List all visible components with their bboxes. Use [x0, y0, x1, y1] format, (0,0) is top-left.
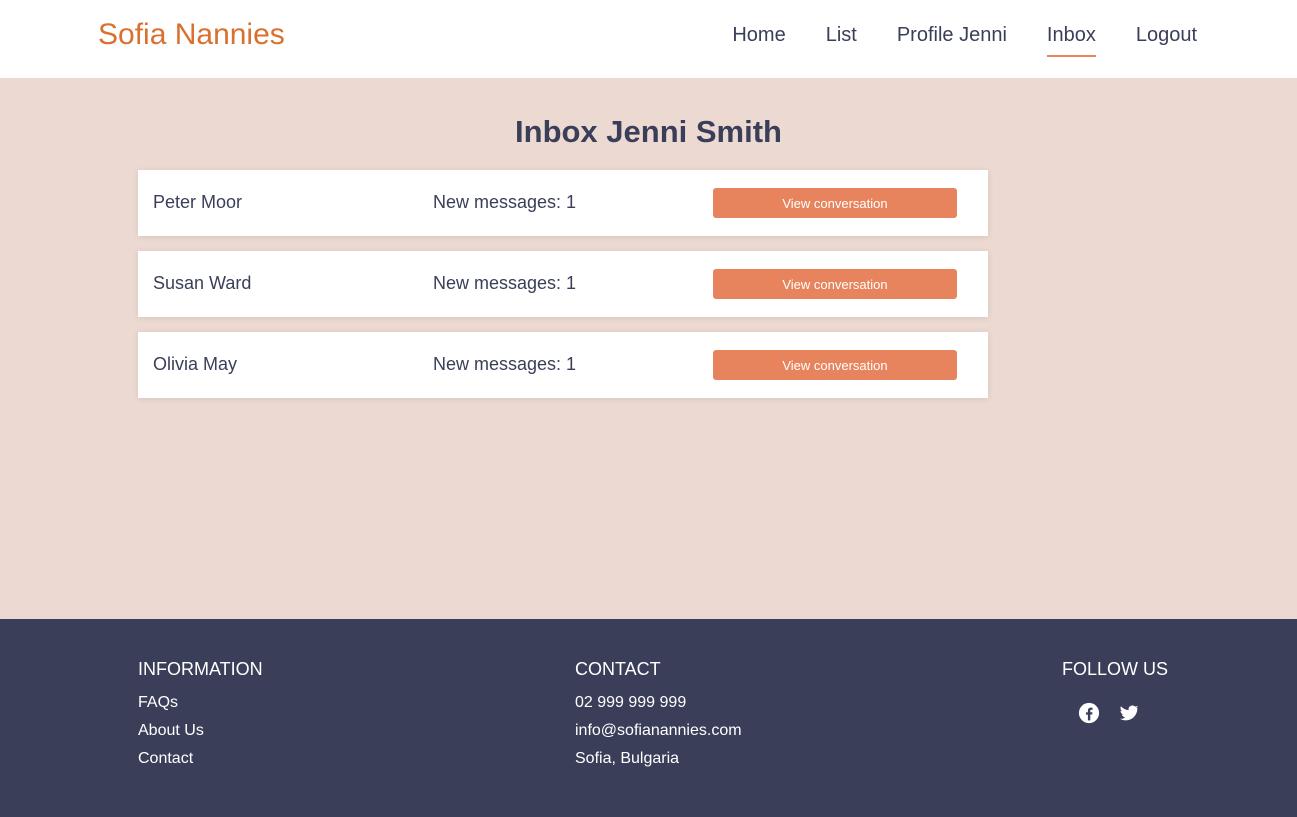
nav-list[interactable]: List	[826, 24, 857, 53]
site-header: Sofia Nannies Home List Profile Jenni In…	[0, 0, 1297, 78]
footer-follow: FOLLOW US	[1062, 659, 1168, 724]
contact-location: Sofia, Bulgaria	[575, 750, 680, 767]
footer-follow-heading: FOLLOW US	[1062, 659, 1169, 679]
footer-link-faqs[interactable]: FAQs	[138, 694, 263, 712]
view-conversation-button[interactable]: View conversation	[713, 350, 957, 380]
footer-information: INFORMATION FAQs About Us Contact	[138, 659, 263, 778]
conversation-card: Olivia May New messages: 1 View conversa…	[138, 332, 988, 398]
view-conversation-button[interactable]: View conversation	[713, 269, 957, 299]
conversation-card: Peter Moor New messages: 1 View conversa…	[138, 170, 988, 236]
nav-profile[interactable]: Profile Jenni	[897, 24, 1007, 53]
facebook-icon[interactable]	[1078, 702, 1100, 724]
sender-name: Peter Moor	[153, 192, 243, 212]
footer-contact-heading: CONTACT	[575, 659, 661, 679]
site-footer: INFORMATION FAQs About Us Contact CONTAC…	[0, 619, 1297, 817]
footer-link-about[interactable]: About Us	[138, 722, 263, 740]
footer-information-heading: INFORMATION	[138, 659, 263, 679]
contact-email: info@sofianannies.com	[575, 722, 742, 739]
new-messages-count: New messages: 1	[433, 192, 577, 212]
conversation-list: Peter Moor New messages: 1 View conversa…	[138, 170, 988, 413]
brand-logo[interactable]: Sofia Nannies	[98, 18, 285, 52]
twitter-icon[interactable]	[1118, 702, 1140, 724]
contact-phone: 02 999 999 999	[575, 694, 687, 711]
sender-name: Susan Ward	[153, 273, 252, 293]
nav-logout[interactable]: Logout	[1136, 24, 1197, 53]
new-messages-count: New messages: 1	[433, 273, 577, 293]
nav-home[interactable]: Home	[732, 24, 785, 53]
main-nav: Home List Profile Jenni Inbox Logout	[732, 24, 1197, 57]
nav-inbox[interactable]: Inbox	[1046, 24, 1096, 57]
social-links	[1078, 702, 1168, 724]
footer-contact: CONTACT 02 999 999 999 info@sofianannies…	[575, 659, 742, 778]
footer-link-contact[interactable]: Contact	[138, 750, 263, 768]
conversation-card: Susan Ward New messages: 1 View conversa…	[138, 251, 988, 317]
page-title: Inbox Jenni Smith	[515, 114, 782, 149]
new-messages-count: New messages: 1	[433, 354, 577, 374]
view-conversation-button[interactable]: View conversation	[713, 188, 957, 218]
sender-name: Olivia May	[153, 354, 238, 374]
